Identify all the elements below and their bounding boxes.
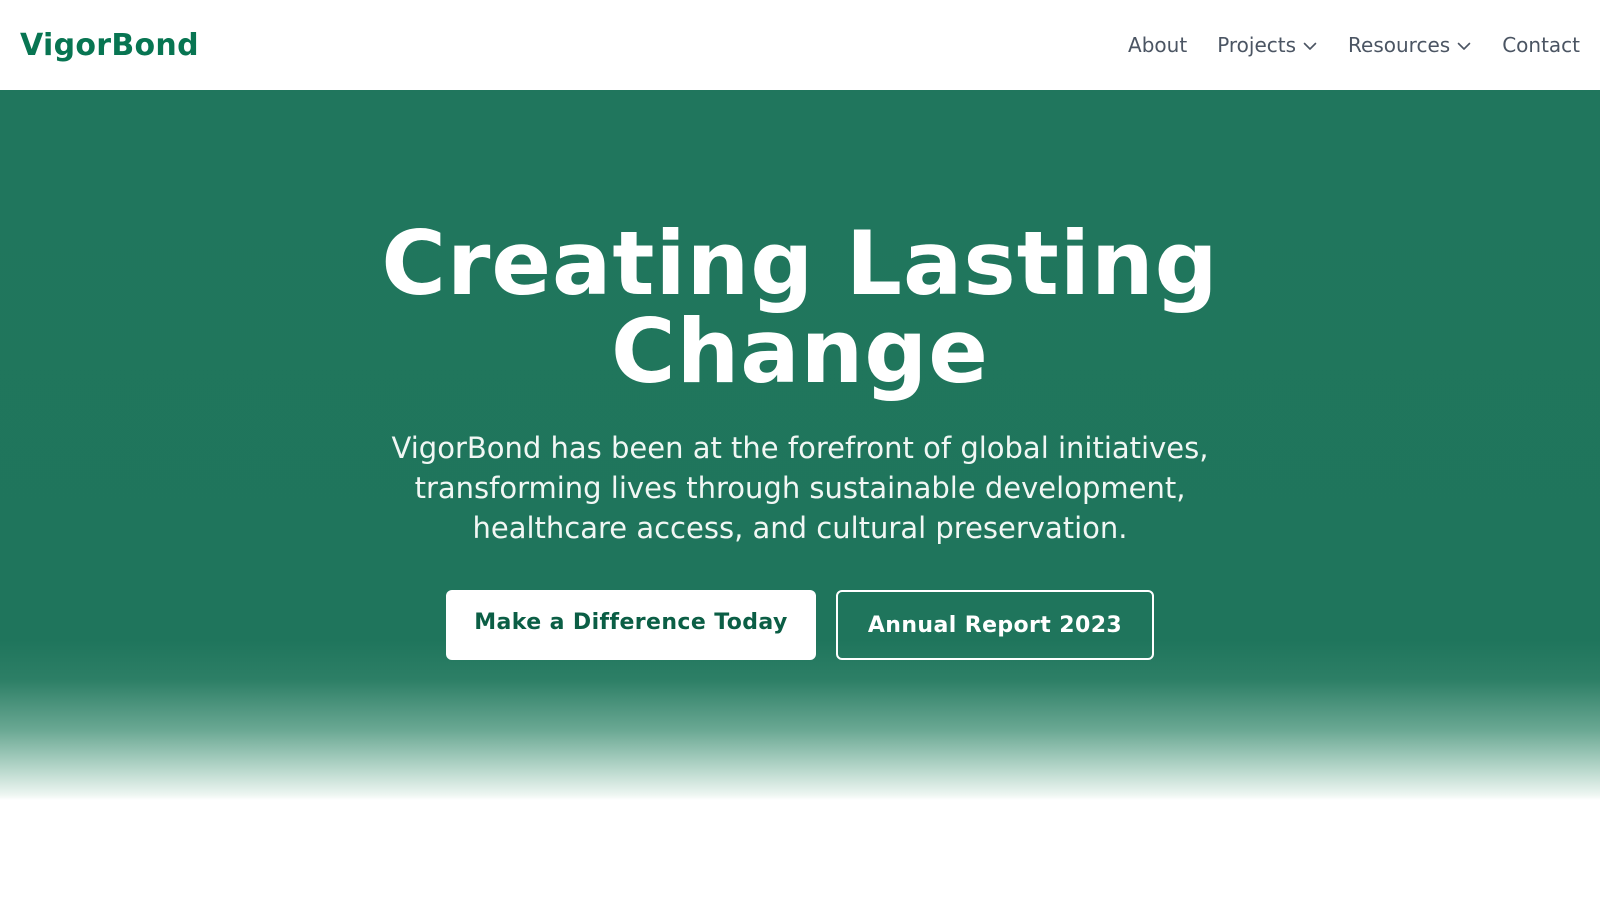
nav-links: About Projects Resources Contact [1128, 0, 1580, 90]
hero-subtitle-line2: transforming lives through sustainable d… [414, 471, 1186, 505]
annual-report-button[interactable]: Annual Report 2023 [836, 590, 1154, 660]
nav-item-about-label: About [1128, 33, 1188, 57]
hero-cta-row: Make a Difference Today Annual Report 20… [0, 590, 1600, 660]
hero-subtitle-line1: VigorBond has been at the forefront of g… [391, 431, 1209, 465]
nav-item-resources[interactable]: Resources [1348, 33, 1472, 57]
chevron-down-icon [1456, 38, 1472, 54]
nav-item-projects[interactable]: Projects [1217, 33, 1318, 57]
nav-item-resources-label: Resources [1348, 33, 1451, 57]
nav-item-about[interactable]: About [1128, 33, 1187, 57]
nav-item-contact-label: Contact [1502, 33, 1580, 57]
make-a-difference-button[interactable]: Make a Difference Today [446, 590, 816, 660]
hero-subtitle: VigorBond has been at the forefront of g… [350, 428, 1250, 548]
hero-title-line2: Change [611, 300, 989, 403]
nav-item-projects-label: Projects [1217, 33, 1297, 57]
nav-item-contact[interactable]: Contact [1502, 33, 1580, 57]
hero-title: Creating Lasting Change [300, 220, 1300, 396]
chevron-down-icon [1302, 38, 1318, 54]
hero-subtitle-line3: healthcare access, and cultural preserva… [472, 511, 1128, 545]
brand-logo[interactable]: VigorBond [20, 28, 199, 63]
top-navigation-bar: VigorBond About Projects Resources Conta… [0, 0, 1600, 90]
hero-section: Creating Lasting Change VigorBond has be… [0, 90, 1600, 800]
